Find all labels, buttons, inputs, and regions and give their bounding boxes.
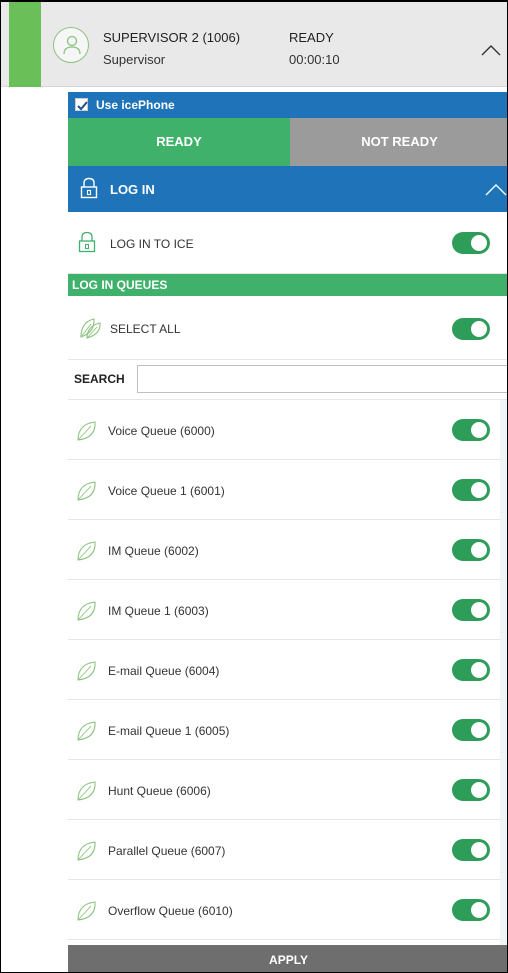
tab-not-ready[interactable]: NOT READY	[290, 118, 507, 166]
queue-toggle[interactable]	[452, 839, 490, 861]
tab-ready[interactable]: READY	[68, 118, 290, 166]
queue-toggle[interactable]	[452, 659, 490, 681]
agent-status: READY	[289, 30, 334, 45]
login-to-ice-row: LOG IN TO ICE	[68, 212, 507, 274]
list-item: Overflow Queue (6010)	[68, 880, 500, 940]
leaf-icon	[77, 541, 96, 561]
queue-toggle[interactable]	[452, 539, 490, 561]
queue-label: E-mail Queue (6004)	[108, 664, 220, 678]
use-icephone-bar[interactable]: Use icePhone	[68, 92, 507, 118]
queue-label: E-mail Queue 1 (6005)	[108, 724, 230, 738]
list-item: Voice Queue (6000)	[68, 400, 500, 460]
list-item: Voice Queue 1 (6001)	[68, 460, 500, 520]
queue-toggle[interactable]	[452, 419, 490, 441]
queue-label: Parallel Queue (6007)	[108, 844, 226, 858]
login-queues-header: LOG IN QUEUES	[68, 274, 507, 296]
leaf-icon	[77, 601, 96, 621]
avatar	[53, 27, 89, 63]
search-label: SEARCH	[74, 372, 125, 386]
checkmark-icon	[77, 101, 88, 111]
user-icon	[63, 35, 81, 55]
queue-label: Voice Queue 1 (6001)	[108, 484, 225, 498]
agent-name: SUPERVISOR 2 (1006)	[103, 30, 241, 45]
select-all-toggle[interactable]	[452, 318, 490, 340]
use-icephone-checkbox[interactable]	[75, 98, 88, 111]
leaf-icon	[77, 841, 96, 861]
queue-toggle[interactable]	[452, 599, 490, 621]
agent-role: Supervisor	[103, 52, 166, 67]
queue-label: IM Queue (6002)	[108, 544, 199, 558]
apply-button[interactable]: APPLY	[68, 945, 507, 972]
list-item: E-mail Queue (6004)	[68, 640, 500, 700]
queue-label: Hunt Queue (6006)	[108, 784, 211, 798]
leaf-icon	[77, 481, 96, 501]
leaf-icon	[77, 781, 96, 801]
app-frame: SUPERVISOR 2 (1006) Supervisor READY 00:…	[0, 0, 508, 973]
login-to-ice-label: LOG IN TO ICE	[110, 237, 194, 251]
queue-list-scrollbar[interactable]	[500, 400, 507, 945]
agent-state-tabs: READY NOT READY	[68, 118, 507, 166]
list-item: Parallel Queue (6007)	[68, 820, 500, 880]
chevron-up-icon[interactable]	[484, 181, 508, 197]
queue-label: Voice Queue (6000)	[108, 424, 215, 438]
queue-toggle[interactable]	[452, 779, 490, 801]
agent-header: SUPERVISOR 2 (1006) Supervisor READY 00:…	[1, 2, 507, 87]
queue-label: IM Queue 1 (6003)	[108, 604, 209, 618]
use-icephone-label: Use icePhone	[96, 98, 175, 112]
queue-search-row: SEARCH	[68, 360, 507, 400]
select-all-row: SELECT ALL	[68, 296, 507, 360]
leaf-icon	[77, 661, 96, 681]
queue-list: Voice Queue (6000) Voice Queue 1 (6001) …	[68, 400, 507, 945]
list-item: IM Queue (6002)	[68, 520, 500, 580]
lock-icon	[78, 231, 96, 253]
lock-icon	[80, 177, 98, 199]
collapse-header-button[interactable]	[479, 40, 503, 60]
queue-toggle[interactable]	[452, 719, 490, 741]
queue-label: Overflow Queue (6010)	[108, 904, 233, 918]
login-to-ice-toggle[interactable]	[452, 232, 490, 254]
list-item: IM Queue 1 (6003)	[68, 580, 500, 640]
queue-toggle[interactable]	[452, 899, 490, 921]
leaf-icon	[77, 901, 96, 921]
queue-toggle[interactable]	[452, 479, 490, 501]
select-all-label: SELECT ALL	[110, 322, 181, 336]
list-item: E-mail Queue 1 (6005)	[68, 700, 500, 760]
leaf-icon	[77, 421, 96, 441]
left-gutter	[1, 88, 68, 972]
login-panel: Use icePhone READY NOT READY LOG IN LOG …	[68, 92, 508, 972]
list-item: Hunt Queue (6006)	[68, 760, 500, 820]
login-section-title: LOG IN	[110, 182, 155, 197]
status-timer: 00:00:10	[289, 52, 340, 67]
leaves-icon	[80, 318, 101, 339]
login-section-header[interactable]: LOG IN	[68, 166, 508, 212]
leaf-icon	[77, 721, 96, 741]
search-input[interactable]	[137, 365, 507, 393]
chevron-up-icon	[481, 45, 501, 56]
login-queues-title: LOG IN QUEUES	[72, 278, 168, 292]
status-accent-bar	[9, 2, 41, 87]
